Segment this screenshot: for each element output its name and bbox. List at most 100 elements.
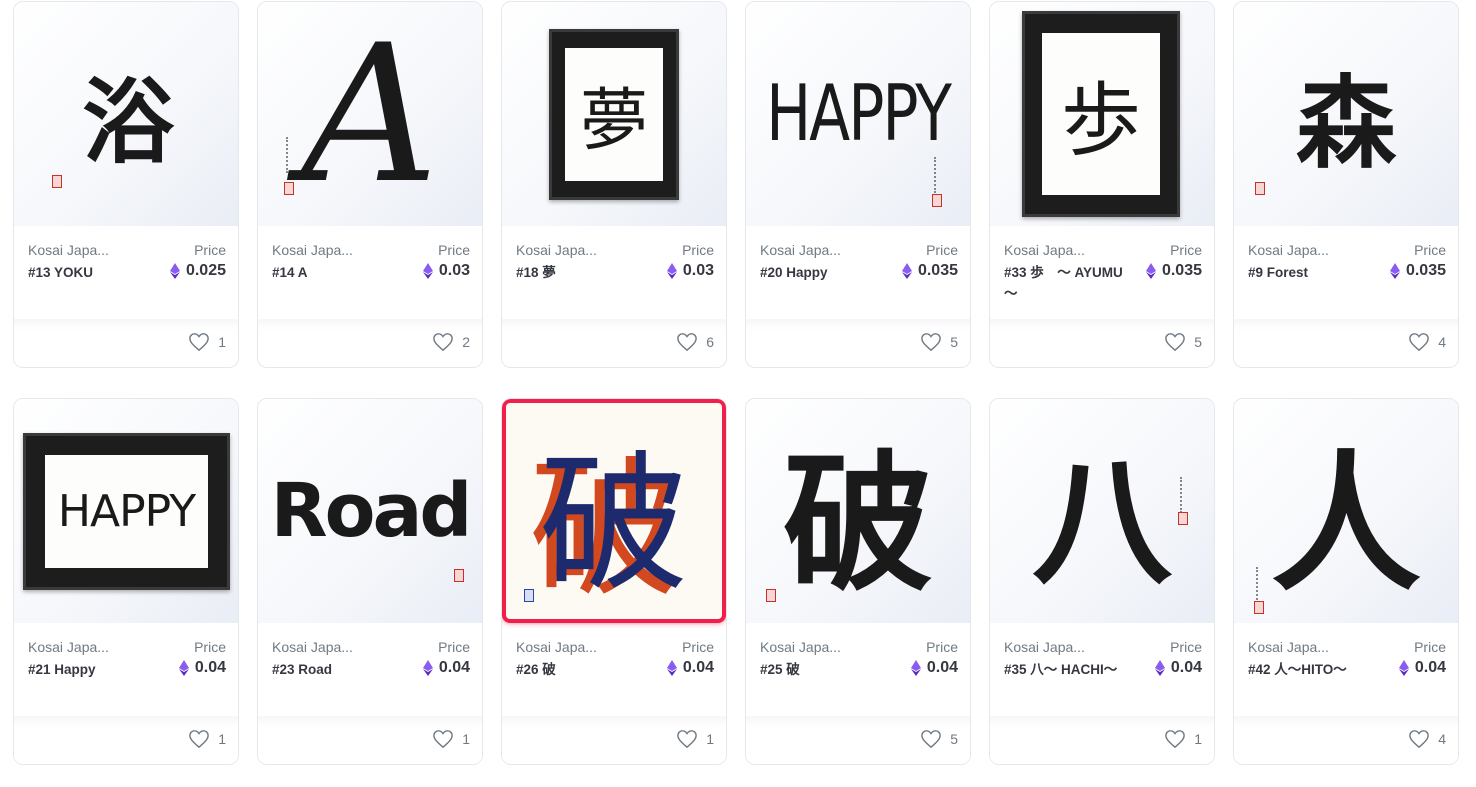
card-footer: 4 — [1234, 319, 1458, 367]
favorite-button[interactable]: 1 — [188, 332, 226, 352]
card-footer: 1 — [990, 716, 1214, 764]
seal-stamp — [454, 569, 464, 582]
creator-name[interactable]: Kosai Japa... — [516, 639, 616, 655]
price-value: 0.04 — [194, 659, 226, 676]
seal-stamp — [932, 194, 942, 207]
nft-image[interactable]: HAPPY — [14, 399, 238, 623]
favorite-button[interactable]: 5 — [920, 729, 958, 749]
ethereum-icon — [1398, 660, 1409, 676]
favorite-button[interactable]: 4 — [1408, 332, 1446, 352]
nft-image[interactable]: 歩 — [990, 2, 1214, 226]
creator-name[interactable]: Kosai Japa... — [1004, 242, 1104, 258]
price-value: 0.03 — [438, 262, 470, 279]
heart-icon — [189, 333, 210, 352]
nft-price: 0.04 — [422, 659, 470, 677]
favorite-button[interactable]: 5 — [1164, 332, 1202, 352]
nft-card[interactable]: 森 Kosai Japa... Price #9 Forest 0.035 4 — [1233, 1, 1459, 368]
price-label: Price — [438, 242, 470, 258]
nft-image[interactable]: 森 — [1234, 2, 1458, 226]
nft-title[interactable]: #20 Happy — [760, 262, 880, 283]
favorite-count: 5 — [950, 334, 958, 350]
nft-title[interactable]: #9 Forest — [1248, 262, 1368, 283]
nft-image[interactable]: 破 — [746, 399, 970, 623]
creator-name[interactable]: Kosai Japa... — [760, 639, 860, 655]
nft-image[interactable]: Road — [258, 399, 482, 623]
favorite-button[interactable]: 5 — [920, 332, 958, 352]
favorite-button[interactable]: 1 — [188, 729, 226, 749]
creator-name[interactable]: Kosai Japa... — [1004, 639, 1104, 655]
nft-card[interactable]: 夢 Kosai Japa... Price #18 夢 0.03 6 — [501, 1, 727, 368]
price-label: Price — [194, 639, 226, 655]
nft-title[interactable]: #14 A — [272, 262, 392, 283]
nft-info: Kosai Japa... Price #33 歩 ～ AYUMU～ 0.035 — [990, 226, 1214, 320]
nft-card[interactable]: 破 Kosai Japa... Price #25 破 0.04 5 — [745, 398, 971, 765]
heart-icon — [189, 730, 210, 749]
creator-name[interactable]: Kosai Japa... — [272, 639, 372, 655]
creator-name[interactable]: Kosai Japa... — [516, 242, 616, 258]
favorite-count: 2 — [462, 334, 470, 350]
favorite-count: 5 — [1194, 334, 1202, 350]
nft-card[interactable]: 人 Kosai Japa... Price #42 人～HITO～ 0.04 4 — [1233, 398, 1459, 765]
nft-card[interactable]: 八 Kosai Japa... Price #35 八～ HACHI～ 0.04… — [989, 398, 1215, 765]
nft-image[interactable]: 浴 — [14, 2, 238, 226]
heart-icon — [1165, 730, 1186, 749]
nft-title[interactable]: #35 八～ HACHI～ — [1004, 659, 1124, 680]
ethereum-icon — [422, 660, 433, 676]
nft-image[interactable]: 夢 — [502, 2, 726, 226]
nft-image[interactable]: HAPPY — [746, 2, 970, 226]
nft-image[interactable]: 破 — [502, 399, 726, 623]
creator-name[interactable]: Kosai Japa... — [1248, 639, 1348, 655]
favorite-count: 1 — [462, 731, 470, 747]
favorite-button[interactable]: 1 — [676, 729, 714, 749]
favorite-button[interactable]: 4 — [1408, 729, 1446, 749]
heart-icon — [1165, 333, 1186, 352]
ethereum-icon — [910, 660, 921, 676]
favorite-button[interactable]: 6 — [676, 332, 714, 352]
creator-name[interactable]: Kosai Japa... — [28, 639, 128, 655]
picture-frame: 歩 — [1022, 11, 1180, 217]
nft-card[interactable]: 浴 Kosai Japa... Price #13 YOKU 0.025 1 — [13, 1, 239, 368]
seal-stamp — [1255, 182, 1265, 195]
nft-card[interactable]: 破 Kosai Japa... Price #26 破 0.04 1 — [501, 398, 727, 765]
seal-stamp — [284, 182, 294, 195]
nft-title[interactable]: #26 破 — [516, 659, 636, 680]
favorite-button[interactable]: 2 — [432, 332, 470, 352]
nft-price: 0.03 — [422, 262, 470, 280]
nft-title[interactable]: #33 歩 ～ AYUMU～ — [1004, 262, 1124, 304]
nft-image[interactable]: 人 — [1234, 399, 1458, 623]
nft-card[interactable]: HAPPY Kosai Japa... Price #21 Happy 0.04… — [13, 398, 239, 765]
nft-title[interactable]: #21 Happy — [28, 659, 148, 680]
heart-icon — [921, 730, 942, 749]
favorite-button[interactable]: 1 — [1164, 729, 1202, 749]
nft-title[interactable]: #42 人～HITO～ — [1248, 659, 1368, 680]
nft-image[interactable]: A — [258, 2, 482, 226]
heart-icon — [433, 333, 454, 352]
card-footer: 1 — [502, 716, 726, 764]
nft-card[interactable]: A Kosai Japa... Price #14 A 0.03 2 — [257, 1, 483, 368]
nft-title[interactable]: #25 破 — [760, 659, 880, 680]
creator-name[interactable]: Kosai Japa... — [28, 242, 128, 258]
favorite-count: 1 — [706, 731, 714, 747]
price-value: 0.04 — [438, 659, 470, 676]
creator-name[interactable]: Kosai Japa... — [760, 242, 860, 258]
nft-card[interactable]: 歩 Kosai Japa... Price #33 歩 ～ AYUMU～ 0.0… — [989, 1, 1215, 368]
nft-price: 0.04 — [666, 659, 714, 677]
nft-image[interactable]: 八 — [990, 399, 1214, 623]
nft-card[interactable]: HAPPY Kosai Japa... Price #20 Happy 0.03… — [745, 1, 971, 368]
nft-title[interactable]: #18 夢 — [516, 262, 636, 283]
nft-price: 0.04 — [910, 659, 958, 677]
price-value: 0.035 — [1161, 262, 1202, 279]
nft-price: 0.025 — [169, 262, 226, 280]
creator-name[interactable]: Kosai Japa... — [272, 242, 372, 258]
calligraphy-artwork: 浴 — [81, 67, 174, 176]
price-label: Price — [682, 639, 714, 655]
nft-title[interactable]: #13 YOKU — [28, 262, 148, 283]
nft-info: Kosai Japa... Price #25 破 0.04 — [746, 623, 970, 717]
nft-card[interactable]: Road Kosai Japa... Price #23 Road 0.04 1 — [257, 398, 483, 765]
ethereum-icon — [666, 263, 677, 279]
favorite-count: 4 — [1438, 731, 1446, 747]
creator-name[interactable]: Kosai Japa... — [1248, 242, 1348, 258]
favorite-button[interactable]: 1 — [432, 729, 470, 749]
nft-title[interactable]: #23 Road — [272, 659, 392, 680]
calligraphy-artwork: Road — [270, 468, 473, 554]
